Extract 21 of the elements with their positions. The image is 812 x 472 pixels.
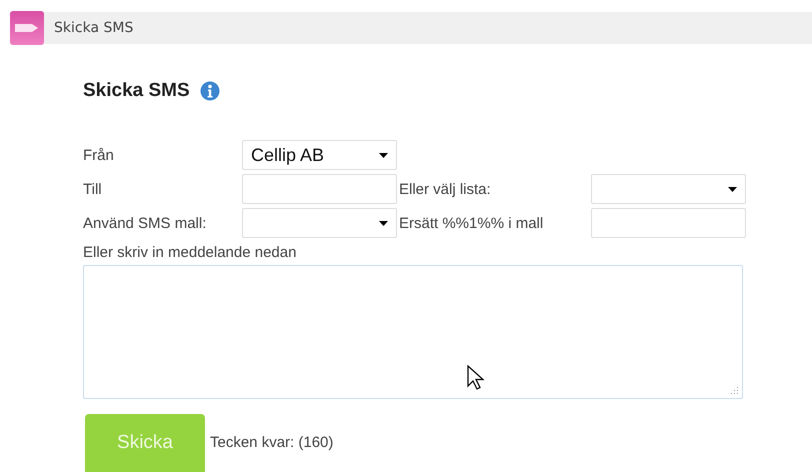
- message-field[interactable]: [83, 265, 743, 399]
- field-label: Till: [83, 180, 103, 198]
- field-label: Eller välj lista:: [399, 180, 492, 198]
- field-label: Ersätt %%1%% i mall: [399, 214, 544, 232]
- character-counter: Tecken kvar: (160): [210, 434, 334, 450]
- tab-title: Skicka SMS: [54, 20, 134, 36]
- caret-icon: [728, 187, 737, 192]
- page-heading: Skicka SMS: [83, 80, 190, 102]
- input-field[interactable]: [591, 208, 746, 238]
- sms-icon: [10, 10, 44, 44]
- caret-icon: [379, 221, 388, 226]
- caret-icon: [379, 153, 388, 158]
- dropdown[interactable]: Cellip AB: [242, 140, 397, 170]
- input-field[interactable]: [242, 174, 397, 204]
- field-label: Från: [83, 146, 115, 164]
- dropdown[interactable]: [242, 208, 397, 238]
- info-icon[interactable]: [200, 81, 220, 101]
- field-label: Använd SMS mall:: [83, 214, 208, 232]
- message-label: Eller skriv in meddelande nedan: [83, 244, 298, 261]
- mouse-pointer-icon: [467, 365, 485, 391]
- dropdown[interactable]: [591, 174, 746, 204]
